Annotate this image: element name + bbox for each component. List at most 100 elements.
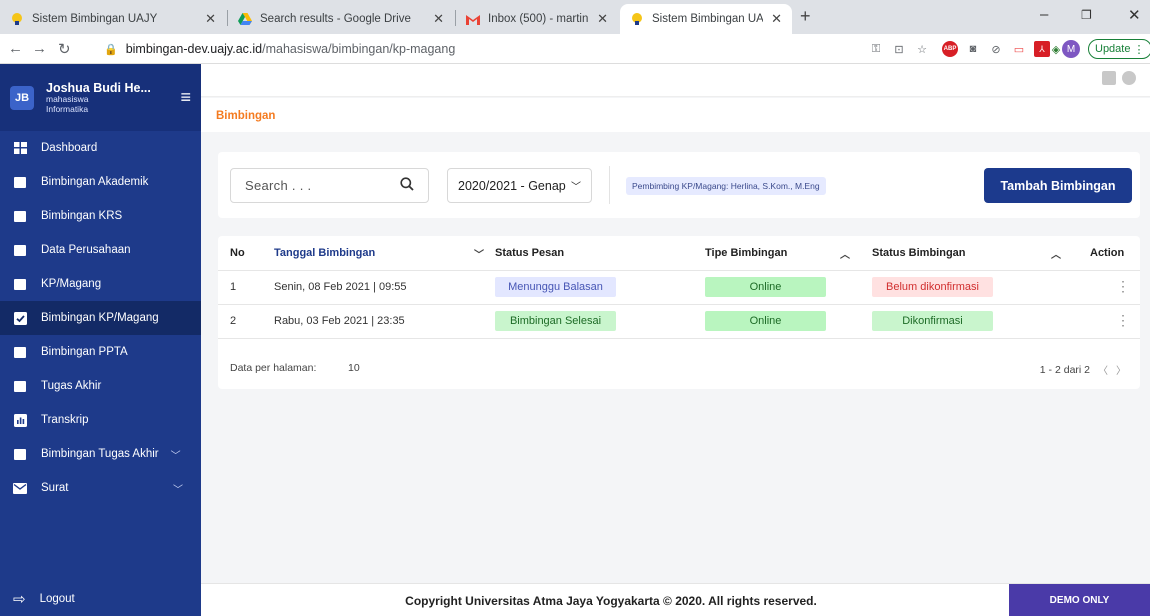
chevron-left-icon[interactable]: 〈 — [1098, 362, 1108, 377]
new-tab-icon[interactable]: + — [800, 6, 811, 27]
chat-icon[interactable] — [1102, 71, 1116, 85]
adblock-icon[interactable]: ABP — [942, 41, 958, 57]
avatar: JB — [10, 85, 34, 110]
close-icon[interactable]: ✕ — [597, 11, 608, 27]
task-icon — [13, 447, 27, 461]
breadcrumb-current[interactable]: Bimbingan — [216, 110, 275, 122]
sidebar-item-label: Transkrip — [41, 414, 89, 426]
install-icon[interactable]: ⊡ — [891, 41, 907, 57]
user-account-icon[interactable] — [1122, 71, 1136, 85]
chevron-right-icon[interactable]: 〉 — [1116, 362, 1126, 377]
briefcase-icon — [13, 277, 27, 291]
breadcrumb: Bimbingan — [201, 98, 1150, 132]
camera-icon[interactable]: ◙ — [965, 41, 981, 57]
semester-value: 2020/2021 - Genap — [458, 178, 566, 193]
sidebar: JB Joshua Budi He... mahasiswa Informati… — [0, 64, 201, 616]
add-bimbingan-button[interactable]: Tambah Bimbingan — [984, 168, 1132, 203]
sidebar-item-label: Bimbingan PPTA — [41, 346, 128, 358]
mail-icon — [13, 481, 27, 495]
close-icon[interactable]: ✕ — [205, 11, 216, 27]
sidebar-item-bimbingan-krs[interactable]: Bimbingan KRS — [0, 199, 201, 233]
uajy-favicon-icon — [10, 12, 24, 26]
block-icon[interactable]: ⊘ — [988, 41, 1004, 57]
sidebar-item-kp-magang[interactable]: KP/Magang — [0, 267, 201, 301]
sidebar-item-bimbingan-akademik[interactable]: Bimbingan Akademik — [0, 165, 201, 199]
document-icon — [13, 345, 27, 359]
sort-desc-icon[interactable]: ﹀ — [474, 236, 484, 270]
lock-icon: 🔒 — [104, 43, 118, 56]
kebab-menu-icon[interactable]: ⋮ — [1116, 312, 1130, 329]
column-header-status-bimbingan[interactable]: Status Bimbingan — [872, 236, 966, 270]
page-footer: Copyright Universitas Atma Jaya Yogyakar… — [201, 583, 1150, 616]
browser-tab-3[interactable]: Inbox (500) - martinusmaslim122 ✕ — [456, 4, 618, 34]
sidebar-item-transkrip[interactable]: Transkrip — [0, 403, 201, 437]
thesis-icon — [13, 379, 27, 393]
sidebar-item-label: Bimbingan Akademik — [41, 176, 149, 188]
url-host: bimbingan-dev.uajy.ac.id — [125, 42, 263, 56]
top-bar-icons — [1102, 71, 1136, 85]
sidebar-item-tugas-akhir[interactable]: Tugas Akhir — [0, 369, 201, 403]
url-field[interactable]: 🔒 bimbingan-dev.uajy.ac.id/mahasiswa/bim… — [92, 37, 900, 61]
search-input[interactable]: Search . . . — [230, 168, 429, 203]
update-button[interactable]: Update ⋮ — [1088, 39, 1150, 59]
divider — [609, 166, 610, 204]
user-program: Informatika — [46, 103, 89, 114]
update-label: Update — [1095, 43, 1131, 55]
user-info: Joshua Budi He... mahasiswa Informatika — [46, 81, 180, 115]
status-badge: Dikonfirmasi — [872, 311, 993, 331]
sidebar-item-bimbingan-kp-magang[interactable]: Bimbingan KP/Magang — [0, 301, 201, 335]
restore-icon[interactable]: ❐ — [1081, 8, 1092, 22]
dashboard-icon — [13, 141, 27, 155]
sort-asc-icon[interactable]: ︿ — [840, 236, 850, 270]
minimize-icon[interactable]: – — [1040, 6, 1048, 23]
kebab-menu-icon[interactable]: ⋮ — [1116, 278, 1130, 295]
sidebar-item-dashboard[interactable]: Dashboard — [0, 131, 201, 165]
bimbingan-table: No Tanggal Bimbingan ﹀ Status Pesan Tipe… — [218, 236, 1140, 389]
sidebar-item-data-perusahaan[interactable]: Data Perusahaan — [0, 233, 201, 267]
search-placeholder: Search . . . — [245, 178, 312, 193]
bookmark-star-icon[interactable]: ☆ — [914, 41, 930, 57]
chart-icon — [13, 413, 27, 427]
search-icon[interactable] — [400, 176, 414, 195]
screen-capture-icon[interactable]: ▭ — [1011, 41, 1027, 57]
tab-title: Sistem Bimbingan UAJY — [652, 13, 764, 25]
sidebar-item-label: Bimbingan Tugas Akhir — [41, 448, 159, 460]
sidebar-item-label: Bimbingan KP/Magang — [41, 312, 159, 324]
copyright-text: Copyright Universitas Atma Jaya Yogyakar… — [405, 594, 817, 608]
browser-tab-1[interactable]: Sistem Bimbingan UAJY ✕ — [0, 4, 226, 34]
column-header-tipe[interactable]: Tipe Bimbingan — [705, 236, 787, 270]
tab-title: Search results - Google Drive — [260, 13, 411, 25]
sidebar-item-bimbingan-tugas-akhir[interactable]: Bimbingan Tugas Akhir ﹀ — [0, 437, 201, 471]
checkbox-icon — [13, 311, 27, 325]
filter-card: Search . . . 2020/2021 - Genap ﹀ Pembimb… — [218, 152, 1140, 218]
row-1-no: 1 — [230, 281, 237, 293]
hamburger-menu-icon[interactable]: ≡ — [180, 87, 191, 108]
key-icon[interactable]: ⚿ — [868, 41, 884, 57]
window-close-icon[interactable]: ✕ — [1128, 6, 1141, 24]
browser-tab-active[interactable]: Sistem Bimbingan UAJY ✕ — [620, 4, 792, 34]
close-icon[interactable]: ✕ — [433, 11, 444, 27]
profile-avatar[interactable]: M — [1062, 40, 1080, 58]
sidebar-item-surat[interactable]: Surat ﹀ — [0, 471, 201, 505]
sort-asc-icon[interactable]: ︿ — [1051, 236, 1061, 270]
column-header-tanggal[interactable]: Tanggal Bimbingan — [274, 236, 375, 270]
building-icon — [13, 243, 27, 257]
forward-arrow-icon[interactable]: → — [32, 40, 47, 57]
pagination: 1 - 2 dari 2 〈 〉 — [1040, 362, 1126, 378]
book-icon — [13, 175, 27, 189]
per-page-select[interactable]: 10 — [348, 362, 360, 374]
column-header-action: Action — [1090, 247, 1125, 259]
sidebar-item-label: Bimbingan KRS — [41, 210, 123, 222]
semester-select[interactable]: 2020/2021 - Genap ﹀ — [447, 168, 592, 203]
row-1-tanggal: Senin, 08 Feb 2021 | 09:55 — [274, 281, 407, 293]
browser-tab-2[interactable]: Search results - Google Drive ✕ — [228, 4, 454, 34]
per-page-label: Data per halaman: — [230, 362, 317, 374]
google-drive-icon — [238, 12, 252, 26]
reload-icon[interactable]: ↻ — [58, 40, 71, 58]
sidebar-item-bimbingan-ppta[interactable]: Bimbingan PPTA — [0, 335, 201, 369]
row-2-tanggal: Rabu, 03 Feb 2021 | 23:35 — [274, 315, 405, 327]
logout-button[interactable]: ⇨ Logout — [0, 582, 201, 616]
close-icon[interactable]: ✕ — [771, 11, 782, 27]
sidebar-item-label: KP/Magang — [41, 278, 102, 290]
back-arrow-icon[interactable]: ← — [8, 40, 23, 57]
